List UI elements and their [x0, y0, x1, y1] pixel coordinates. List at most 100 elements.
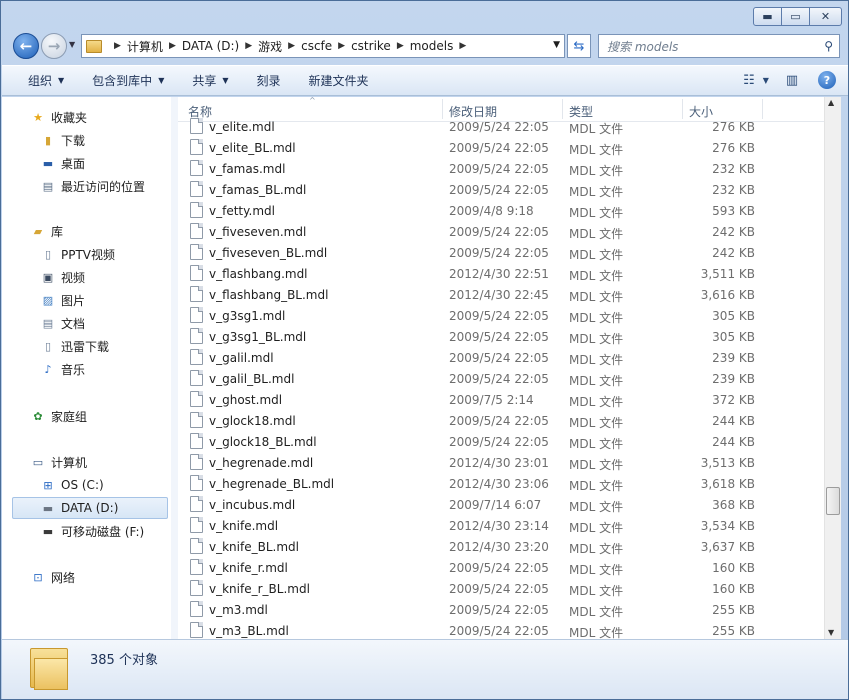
breadcrumb-computer[interactable]: 计算机 ▶	[127, 38, 182, 55]
burn-button[interactable]: 刻录	[243, 66, 295, 95]
search-icon[interactable]: ⚲	[824, 39, 833, 53]
file-icon	[190, 517, 203, 533]
vertical-scrollbar[interactable]: ▲ ▼	[824, 97, 841, 639]
nav-favorites[interactable]: ★ 收藏夹	[30, 107, 87, 127]
table-row[interactable]: v_g3sg1_BL.mdl 2009/5/24 22:05 MDL 文件 305 K…	[178, 326, 824, 347]
preview-pane-icon: ▥	[785, 72, 799, 88]
scroll-up-icon[interactable]: ▲	[828, 98, 834, 107]
nav-homegroup[interactable]: ✿ 家庭组	[30, 406, 87, 426]
refresh-button[interactable]: ⇆	[567, 34, 591, 58]
nav-drive-c[interactable]: ⊞ OS (C:)	[40, 475, 103, 495]
breadcrumb-models[interactable]: models ▶	[410, 39, 473, 53]
table-row[interactable]: v_famas_BL.mdl 2009/5/24 22:05 MDL 文件 232 K…	[178, 179, 824, 200]
table-row[interactable]: v_galil.mdl 2009/5/24 22:05 MDL 文件 239 KB	[178, 347, 824, 368]
organize-button[interactable]: 组织 ▼	[2, 66, 78, 95]
breadcrumb-cstrike[interactable]: cstrike ▶	[351, 39, 410, 53]
breadcrumb-cscfe[interactable]: cscfe ▶	[301, 39, 351, 53]
table-row[interactable]: v_glock18.mdl 2009/5/24 22:05 MDL 文件 244 KB	[178, 410, 824, 431]
chevron-right-icon[interactable]: ▶	[459, 41, 466, 51]
table-row[interactable]: v_fiveseven_BL.mdl 2009/5/24 22:05 MDL 文件 2…	[178, 242, 824, 263]
file-icon	[190, 622, 203, 638]
file-date: 2012/4/30 23:01	[449, 456, 549, 470]
navigation-pane: ★ 收藏夹 ▮ 下载 ▬ 桌面 ▤ 最近访问的位置 ▰ 库 ▯ PPTV视频 ▣ 视频 ▨ 图片…	[2, 97, 171, 639]
nav-libraries[interactable]: ▰ 库	[30, 221, 63, 241]
windows-drive-icon: ⊞	[43, 478, 53, 492]
nav-drive-d[interactable]: ▬ DATA (D:)	[12, 497, 168, 519]
nav-pictures[interactable]: ▨ 图片	[40, 290, 85, 310]
table-row[interactable]: v_knife_r.mdl 2009/5/24 22:05 MDL 文件 160 KB	[178, 557, 824, 578]
help-button[interactable]: ?	[818, 71, 836, 89]
table-row[interactable]: v_hegrenade.mdl 2012/4/30 23:01 MDL 文件 3,51…	[178, 452, 824, 473]
scroll-down-icon[interactable]: ▼	[828, 628, 834, 637]
view-details-icon: ☷	[743, 72, 755, 88]
table-row[interactable]: v_ghost.mdl 2009/7/5 2:14 MDL 文件 372 KB	[178, 389, 824, 410]
view-options-button[interactable]: ☷ ▼	[743, 70, 769, 90]
nav-music[interactable]: ♪ 音乐	[40, 359, 85, 379]
nav-recent-places[interactable]: ▤ 最近访问的位置	[40, 176, 145, 196]
nav-xunlei-downloads[interactable]: ▯ 迅雷下载	[40, 336, 109, 356]
forward-button[interactable]: →	[41, 33, 67, 59]
table-row[interactable]: v_fetty.mdl 2009/4/8 9:18 MDL 文件 593 KB	[178, 200, 824, 221]
table-row[interactable]: v_incubus.mdl 2009/7/14 6:07 MDL 文件 368 KB	[178, 494, 824, 515]
table-row[interactable]: v_galil_BL.mdl 2009/5/24 22:05 MDL 文件 239 K…	[178, 368, 824, 389]
chevron-right-icon[interactable]: ▶	[397, 41, 404, 51]
file-size: 276 KB	[712, 141, 755, 155]
table-row[interactable]: v_g3sg1.mdl 2009/5/24 22:05 MDL 文件 305 KB	[178, 305, 824, 326]
include-in-library-button[interactable]: 包含到库中 ▼	[78, 66, 178, 95]
chevron-right-icon[interactable]: ▶	[114, 41, 121, 51]
search-input[interactable]: 搜索 models ⚲	[598, 34, 840, 58]
arrow-right-icon: →	[47, 37, 61, 55]
table-row[interactable]: v_famas.mdl 2009/5/24 22:05 MDL 文件 232 KB	[178, 158, 824, 179]
table-row[interactable]: v_flashbang.mdl 2012/4/30 22:51 MDL 文件 3,51…	[178, 263, 824, 284]
file-size: 244 KB	[712, 435, 755, 449]
table-row[interactable]: v_m3_BL.mdl 2009/5/24 22:05 MDL 文件 255 KB	[178, 620, 824, 639]
file-name: v_galil.mdl	[209, 351, 274, 365]
address-bar[interactable]: ▶ 计算机 ▶ DATA (D:) ▶ 游戏 ▶ cscfe ▶ cstrike ▶ mo…	[81, 34, 565, 58]
table-row[interactable]: v_fiveseven.mdl 2009/5/24 22:05 MDL 文件 242 …	[178, 221, 824, 242]
caption-buttons: ▬ ▭ ✕	[753, 7, 842, 26]
nav-computer[interactable]: ▭ 计算机	[30, 452, 87, 472]
chevron-right-icon[interactable]: ▶	[169, 41, 176, 51]
breadcrumb-games[interactable]: 游戏 ▶	[258, 38, 301, 55]
nav-downloads[interactable]: ▮ 下载	[40, 130, 85, 150]
file-name: v_glock18_BL.mdl	[209, 435, 317, 449]
history-dropdown-icon[interactable]: ▼	[69, 40, 75, 49]
table-row[interactable]: v_glock18_BL.mdl 2009/5/24 22:05 MDL 文件 244…	[178, 431, 824, 452]
minimize-button[interactable]: ▬	[753, 7, 782, 26]
file-icon	[190, 160, 203, 176]
table-row[interactable]: v_flashbang_BL.mdl 2012/4/30 22:45 MDL 文件 3…	[178, 284, 824, 305]
table-row[interactable]: v_knife_BL.mdl 2012/4/30 23:20 MDL 文件 3,637…	[178, 536, 824, 557]
table-row[interactable]: v_hegrenade_BL.mdl 2012/4/30 23:06 MDL 文件 3…	[178, 473, 824, 494]
close-button[interactable]: ✕	[810, 7, 842, 26]
breadcrumb-data-d[interactable]: DATA (D:) ▶	[182, 39, 258, 53]
table-row[interactable]: v_knife_r_BL.mdl 2009/5/24 22:05 MDL 文件 160…	[178, 578, 824, 599]
preview-pane-button[interactable]: ▥	[782, 70, 802, 90]
chevron-right-icon[interactable]: ▶	[338, 41, 345, 51]
scrollbar-thumb[interactable]	[826, 487, 840, 515]
file-date: 2009/5/24 22:05	[449, 141, 549, 155]
file-type: MDL 文件	[569, 584, 624, 598]
chevron-right-icon[interactable]: ▶	[245, 41, 252, 51]
table-row[interactable]: v_knife.mdl 2012/4/30 23:14 MDL 文件 3,534 KB	[178, 515, 824, 536]
nav-documents[interactable]: ▤ 文档	[40, 313, 85, 333]
maximize-button[interactable]: ▭	[782, 7, 810, 26]
nav-pptv-videos[interactable]: ▯ PPTV视频	[40, 244, 115, 264]
file-date: 2009/5/24 22:05	[449, 162, 549, 176]
table-row[interactable]: v_m3.mdl 2009/5/24 22:05 MDL 文件 255 KB	[178, 599, 824, 620]
file-icon	[190, 370, 203, 386]
file-name: v_elite_BL.mdl	[209, 141, 296, 155]
share-button[interactable]: 共享 ▼	[178, 66, 242, 95]
address-dropdown-icon[interactable]: ▼	[553, 40, 560, 50]
nav-network[interactable]: ⊡ 网络	[30, 567, 75, 587]
pane-splitter[interactable]	[171, 97, 178, 639]
details-pane: 385 个对象	[2, 639, 848, 699]
back-button[interactable]: ←	[13, 33, 39, 59]
table-row[interactable]: v_elite.mdl 2009/5/24 22:05 MDL 文件 276 KB	[178, 116, 824, 137]
explorer-window: ▬ ▭ ✕ ← → ▼ ▶ 计算机 ▶ DATA (D:) ▶ 游戏 ▶ cscfe ▶…	[0, 0, 849, 700]
new-folder-button[interactable]: 新建文件夹	[295, 66, 383, 95]
table-row[interactable]: v_elite_BL.mdl 2009/5/24 22:05 MDL 文件 276 K…	[178, 137, 824, 158]
nav-desktop[interactable]: ▬ 桌面	[40, 153, 85, 173]
chevron-right-icon[interactable]: ▶	[288, 41, 295, 51]
nav-videos[interactable]: ▣ 视频	[40, 267, 85, 287]
nav-drive-f[interactable]: ▬ 可移动磁盘 (F:)	[40, 521, 144, 541]
